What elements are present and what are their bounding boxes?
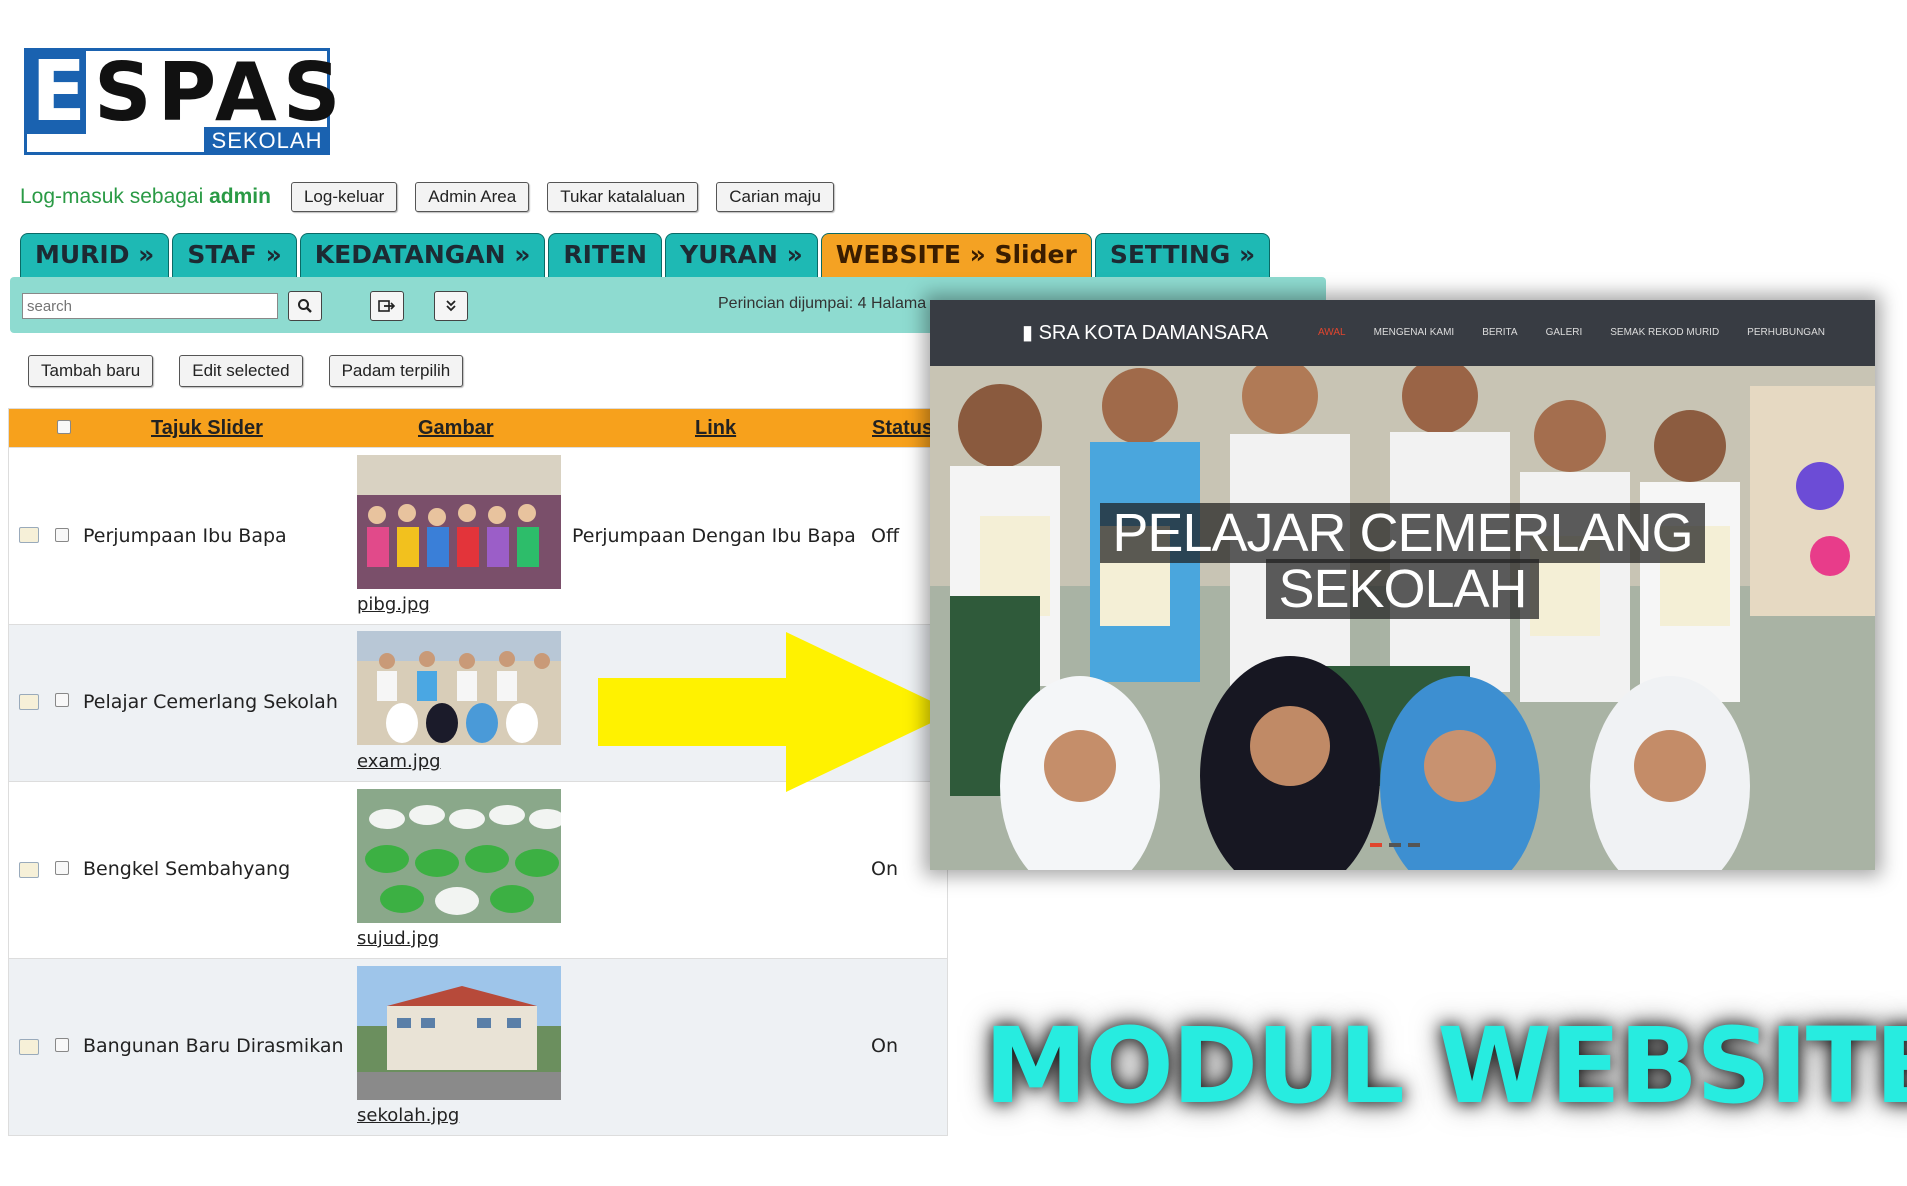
header-gambar[interactable]: Gambar [418, 417, 494, 440]
action-bar: Tambah baru Edit selected Padam terpilih [28, 355, 489, 387]
header-link[interactable]: Link [695, 417, 736, 440]
thumbnail-exam [357, 631, 561, 745]
tab-website-slider[interactable]: WEBSITE » Slider [820, 233, 1092, 277]
slider-dots [1370, 843, 1427, 847]
export-icon [378, 300, 396, 312]
slider-dot[interactable] [1389, 843, 1401, 847]
espas-logo: E SPAS SEKOLAH [24, 42, 340, 155]
header-status[interactable]: Status [872, 417, 933, 440]
login-bar: Log-masuk sebagai admin Log-keluar Admin… [20, 180, 852, 214]
search-button[interactable] [288, 291, 322, 321]
thumbnail-filename[interactable]: exam.jpg [357, 751, 441, 772]
edit-row-icon[interactable] [19, 1039, 39, 1055]
edit-row-icon[interactable] [19, 862, 39, 878]
delete-selected-button[interactable]: Padam terpilih [328, 355, 464, 387]
row-title: Bangunan Baru Dirasmikan [83, 1035, 344, 1057]
hero-caption-line1: PELAJAR CEMERLANG [930, 502, 1875, 564]
tab-yuran[interactable]: YURAN » [665, 233, 818, 277]
logo-word: SPAS [94, 46, 347, 139]
main-tabs: MURID » STAF » KEDATANGAN » RITEN YURAN … [20, 233, 1273, 277]
advanced-search-button[interactable]: Carian maju [716, 182, 834, 212]
preview-hero-slide: PELAJAR CEMERLANG SEKOLAH [930, 366, 1875, 870]
preview-menu-item[interactable]: BERITA [1482, 327, 1517, 338]
add-new-button[interactable]: Tambah baru [28, 355, 154, 387]
table-row: Bengkel Sembahyang sujud.jpg On [9, 781, 947, 958]
records-found-text: Perincian dijumpai: 4 Halama [718, 295, 927, 312]
preview-menu-item[interactable]: MENGENAI KAMI [1374, 327, 1455, 338]
table-header: Tajuk Slider Gambar Link Status [9, 409, 947, 447]
edit-row-icon[interactable] [19, 527, 39, 543]
preview-navbar: ▮ SRA KOTA DAMANSARA AWAL MENGENAI KAMI … [930, 300, 1875, 366]
hero-caption-text: SEKOLAH [1266, 559, 1539, 619]
row-checkbox[interactable] [55, 693, 69, 707]
row-status: On [871, 1035, 898, 1057]
tab-setting[interactable]: SETTING » [1094, 233, 1271, 277]
login-user: admin [209, 185, 271, 208]
thumbnail-sujud [357, 789, 561, 923]
preview-menu-item[interactable]: AWAL [1318, 327, 1346, 338]
table-row: Bangunan Baru Dirasmikan sekolah.jpg On [9, 958, 947, 1135]
select-all-checkbox[interactable] [57, 420, 71, 434]
expand-button[interactable] [434, 291, 468, 321]
website-preview: ▮ SRA KOTA DAMANSARA AWAL MENGENAI KAMI … [930, 300, 1875, 870]
table-row: Perjumpaan Ibu Bapa pibg.jpg Perjumpaan … [9, 447, 947, 624]
logo-e-letter: E [31, 42, 86, 140]
export-button[interactable] [370, 291, 404, 321]
logo-subtitle: SEKOLAH [204, 127, 330, 155]
header-tajuk-slider[interactable]: Tajuk Slider [151, 417, 263, 440]
thumbnail-pibg [357, 455, 561, 589]
row-title: Bengkel Sembahyang [83, 858, 291, 880]
search-input[interactable] [22, 293, 278, 319]
preview-menu-item[interactable]: PERHUBUNGAN [1747, 327, 1825, 338]
tab-kedatangan[interactable]: KEDATANGAN » [299, 233, 546, 277]
thumbnail-filename[interactable]: pibg.jpg [357, 594, 430, 615]
tab-riten[interactable]: RITEN [548, 233, 662, 277]
logo-e-block: E [24, 42, 86, 140]
thumbnail-filename[interactable]: sekolah.jpg [357, 1105, 459, 1126]
row-checkbox[interactable] [55, 861, 69, 875]
row-status: Off [871, 525, 900, 547]
search-icon [298, 299, 312, 313]
preview-menu-item[interactable]: SEMAK REKOD MURID [1610, 327, 1719, 338]
preview-menu-item[interactable]: GALERI [1546, 327, 1583, 338]
row-checkbox[interactable] [55, 1038, 69, 1052]
thumbnail-filename[interactable]: sujud.jpg [357, 928, 439, 949]
hero-caption-text: PELAJAR CEMERLANG [1100, 503, 1705, 563]
admin-area-button[interactable]: Admin Area [415, 182, 530, 212]
edit-selected-button[interactable]: Edit selected [179, 355, 303, 387]
modul-website-label: MODUL WEBSITE [984, 1005, 1907, 1127]
row-checkbox[interactable] [55, 528, 69, 542]
row-title: Pelajar Cemerlang Sekolah [83, 691, 338, 713]
hero-caption-line2: SEKOLAH [930, 558, 1875, 620]
arrow-icon [598, 632, 954, 792]
login-status: Log-masuk sebagai admin [20, 185, 271, 209]
preview-menu: AWAL MENGENAI KAMI BERITA GALERI SEMAK R… [1318, 327, 1853, 338]
thumbnail-sekolah [357, 966, 561, 1100]
change-password-button[interactable]: Tukar katalaluan [547, 182, 699, 212]
login-prefix: Log-masuk sebagai [20, 185, 204, 208]
tab-staf[interactable]: STAF » [172, 233, 297, 277]
book-icon: ▮ [1022, 322, 1034, 344]
preview-brand: ▮ SRA KOTA DAMANSARA [1022, 320, 1268, 345]
double-chevron-down-icon [446, 300, 456, 312]
logout-button[interactable]: Log-keluar [290, 182, 398, 212]
row-status: On [871, 858, 898, 880]
row-title: Perjumpaan Ibu Bapa [83, 525, 287, 547]
edit-row-icon[interactable] [19, 694, 39, 710]
slider-dot[interactable] [1370, 843, 1382, 847]
tab-murid[interactable]: MURID » [20, 233, 170, 277]
row-link: Perjumpaan Dengan Ibu Bapa [572, 525, 856, 547]
slider-dot[interactable] [1408, 843, 1420, 847]
preview-brand-text: SRA KOTA DAMANSARA [1038, 322, 1269, 344]
